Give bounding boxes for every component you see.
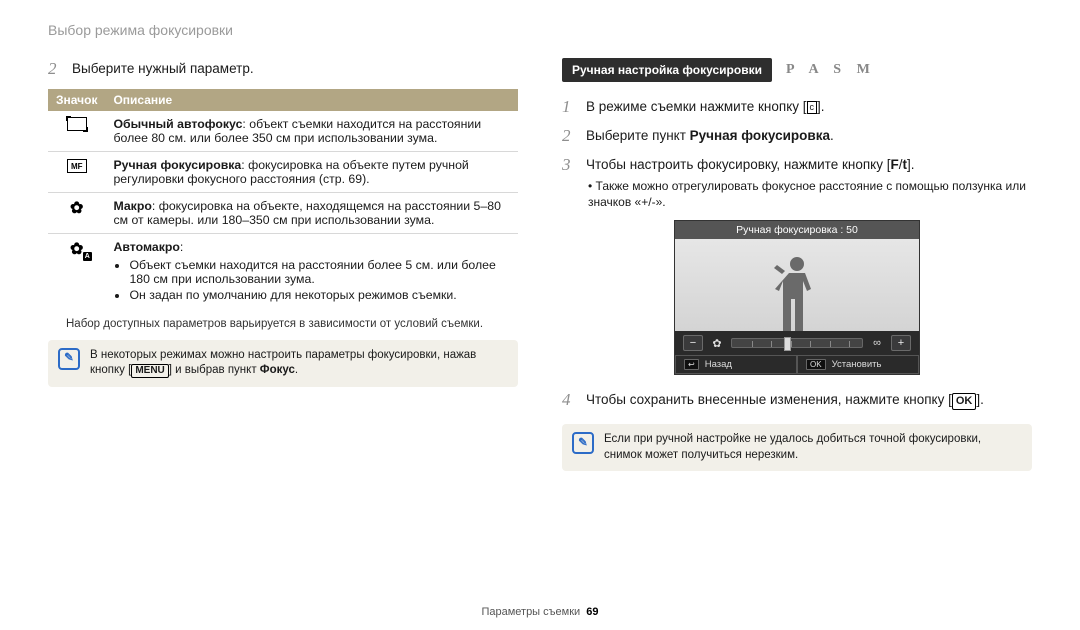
down-nav-icon: c [807, 101, 818, 114]
preview-image-area [675, 239, 919, 331]
th-desc: Описание [105, 89, 518, 111]
plus-button[interactable]: + [891, 335, 911, 351]
slider-track[interactable] [731, 338, 863, 348]
set-segment[interactable]: OK Установить [797, 355, 919, 374]
row-title: Макро [113, 199, 151, 213]
ok-key-icon: OK [806, 359, 826, 370]
right-heading: Ручная настройка фокусировки P A S M [562, 58, 1032, 82]
manualfocus-icon: MF [67, 159, 87, 173]
info-text: Если при ручной настройке не удалось доб… [604, 432, 1022, 463]
step-number: 2 [48, 58, 62, 81]
set-label: Установить [832, 359, 882, 370]
info-box-right: ✎ Если при ручной настройке не удалось д… [562, 424, 1032, 471]
table-row: Обычный автофокус: объект съемки находит… [48, 111, 518, 152]
flash-icon: F [890, 156, 898, 174]
slider-thumb[interactable] [784, 337, 791, 351]
menu-button-label: MENU [131, 364, 168, 378]
back-segment[interactable]: ↩ Назад [675, 355, 797, 374]
macro-end-icon: ✿ [709, 337, 725, 350]
row-title: Автомакро [113, 240, 179, 254]
back-label: Назад [705, 359, 732, 370]
right-step-1: 1 В режиме съемки нажмите кнопку [c]. [562, 96, 1032, 119]
right-step-4: 4 Чтобы сохранить внесенные изменения, н… [562, 389, 1032, 412]
info-icon: ✎ [572, 432, 594, 454]
table-row: MF Ручная фокусировка: фокусировка на об… [48, 151, 518, 192]
left-column: 2 Выберите нужный параметр. Значок Описа… [48, 58, 518, 471]
focus-slider[interactable]: − ✿ ∞ + [675, 331, 919, 355]
page-footer: Параметры съемки 69 [0, 606, 1080, 618]
camera-preview: Ручная фокусировка : 50 − ✿ ∞ [674, 220, 920, 375]
step-3-sub: Также можно отрегулировать фокусное расс… [588, 178, 1032, 210]
heading-bar: Ручная настройка фокусировки [562, 58, 772, 82]
right-column: Ручная настройка фокусировки P A S M 1 В… [562, 58, 1032, 471]
row-bullet: Он задан по умолчанию для некоторых режи… [129, 288, 510, 302]
info-text: В некоторых режимах можно настроить пара… [90, 348, 508, 379]
row-title: Ручная фокусировка [113, 158, 241, 172]
ok-button-label: OK [952, 393, 977, 410]
person-silhouette-icon [767, 251, 827, 331]
autofocus-icon [67, 117, 87, 131]
automacro-icon: ✿A [66, 240, 88, 258]
right-step-2: 2 Выберите пункт Ручная фокусировка. [562, 125, 1032, 148]
right-step-3: 3 Чтобы настроить фокусировку, нажмите к… [562, 154, 1032, 211]
focus-modes-table: Значок Описание Обычный автофокус: объек… [48, 89, 518, 310]
th-icon: Значок [48, 89, 105, 111]
info-icon: ✎ [58, 348, 80, 370]
minus-button[interactable]: − [683, 335, 703, 351]
row-bullet: Объект съемки находится на расстоянии бо… [129, 258, 510, 286]
left-step-2: 2 Выберите нужный параметр. [48, 58, 518, 81]
macro-icon: ✿ [66, 199, 88, 217]
table-row: ✿A Автомакро: Объект съемки находится на… [48, 233, 518, 310]
step-text: Выберите нужный параметр. [72, 58, 254, 81]
back-key-icon: ↩ [684, 359, 699, 370]
page-title: Выбор режима фокусировки [48, 22, 1032, 38]
info-box-left: ✎ В некоторых режимах можно настроить па… [48, 340, 518, 387]
mode-letters: P A S M [786, 62, 876, 78]
table-row: ✿ Макро: фокусировка на объекте, находящ… [48, 192, 518, 233]
row-desc: : фокусировка на объекте, находящемся на… [113, 199, 500, 227]
preview-title: Ручная фокусировка : 50 [675, 221, 919, 239]
infinity-end-icon: ∞ [869, 337, 885, 349]
table-footnote: Набор доступных параметров варьируется в… [66, 318, 514, 330]
row-title: Обычный автофокус [113, 117, 242, 131]
